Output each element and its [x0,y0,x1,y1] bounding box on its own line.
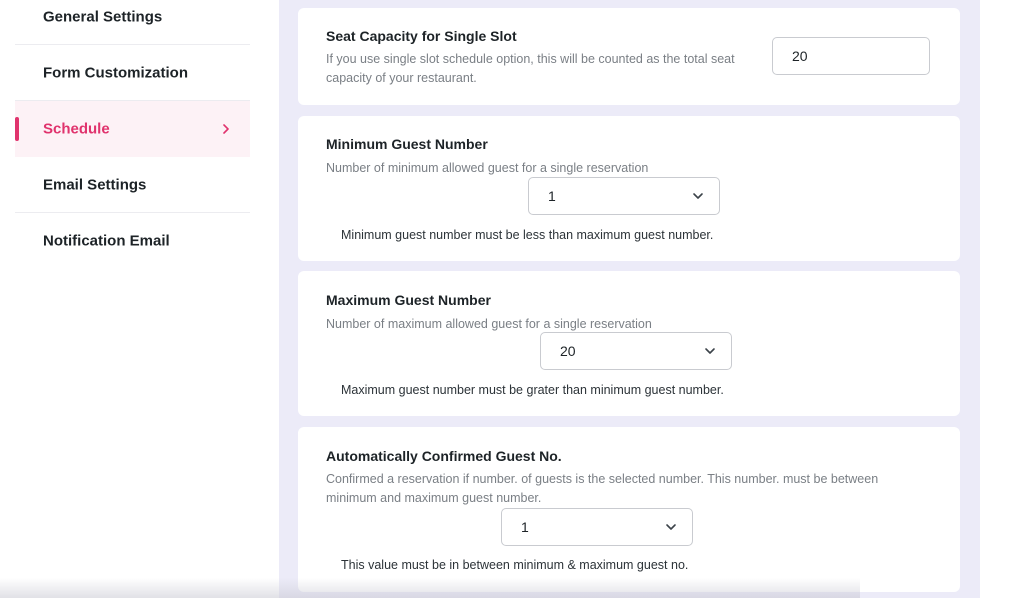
minimum-guest-card: Minimum Guest Number Number of minimum a… [298,116,960,261]
input-value: 20 [792,48,808,64]
card-description: Confirmed a reservation if number. of gu… [326,472,879,505]
card-description: If you use single slot schedule option, … [326,52,735,85]
maximum-guest-select[interactable]: 20 [540,332,732,370]
validation-note: Minimum guest number must be less than m… [341,228,714,242]
settings-sidebar: General Settings Form Customization Sche… [0,0,279,598]
sidebar-item-notification-email[interactable]: Notification Email [15,213,250,269]
card-title: Seat Capacity for Single Slot [326,28,517,44]
selected-value: 1 [521,519,529,535]
chevron-down-icon [705,348,715,354]
chevron-down-icon [666,524,676,530]
active-indicator [15,117,19,141]
auto-confirm-card: Automatically Confirmed Guest No. Confir… [298,427,960,592]
card-title: Automatically Confirmed Guest No. [326,448,562,464]
card-title: Minimum Guest Number [326,136,488,152]
sidebar-item-label: Notification Email [43,232,170,250]
sidebar-item-label: General Settings [43,8,163,25]
sidebar-item-label: Form Customization [43,64,188,81]
schedule-settings-panel: Seat Capacity for Single Slot If you use… [279,0,980,598]
card-description: Number of minimum allowed guest for a si… [326,161,649,175]
auto-confirm-guest-select[interactable]: 1 [501,508,693,546]
chevron-right-icon [223,124,229,134]
card-title: Maximum Guest Number [326,292,491,308]
sidebar-item-form-customization[interactable]: Form Customization [15,45,250,101]
sidebar-item-email-settings[interactable]: Email Settings [15,157,250,213]
selected-value: 1 [548,188,556,204]
sidebar-item-label: Schedule [43,120,110,138]
sidebar-item-schedule[interactable]: Schedule [15,101,250,157]
validation-note: This value must be in between minimum & … [341,558,689,572]
page-right-margin [980,0,1024,598]
validation-note: Maximum guest number must be grater than… [341,383,724,397]
seat-capacity-card: Seat Capacity for Single Slot If you use… [298,8,960,105]
maximum-guest-card: Maximum Guest Number Number of maximum a… [298,271,960,416]
minimum-guest-select[interactable]: 1 [528,177,720,215]
sidebar-item-label: Email Settings [43,176,147,193]
selected-value: 20 [560,343,576,359]
seat-capacity-input[interactable]: 20 [772,37,930,75]
sidebar-item-general-settings[interactable]: General Settings [15,0,250,45]
chevron-down-icon [693,193,703,199]
